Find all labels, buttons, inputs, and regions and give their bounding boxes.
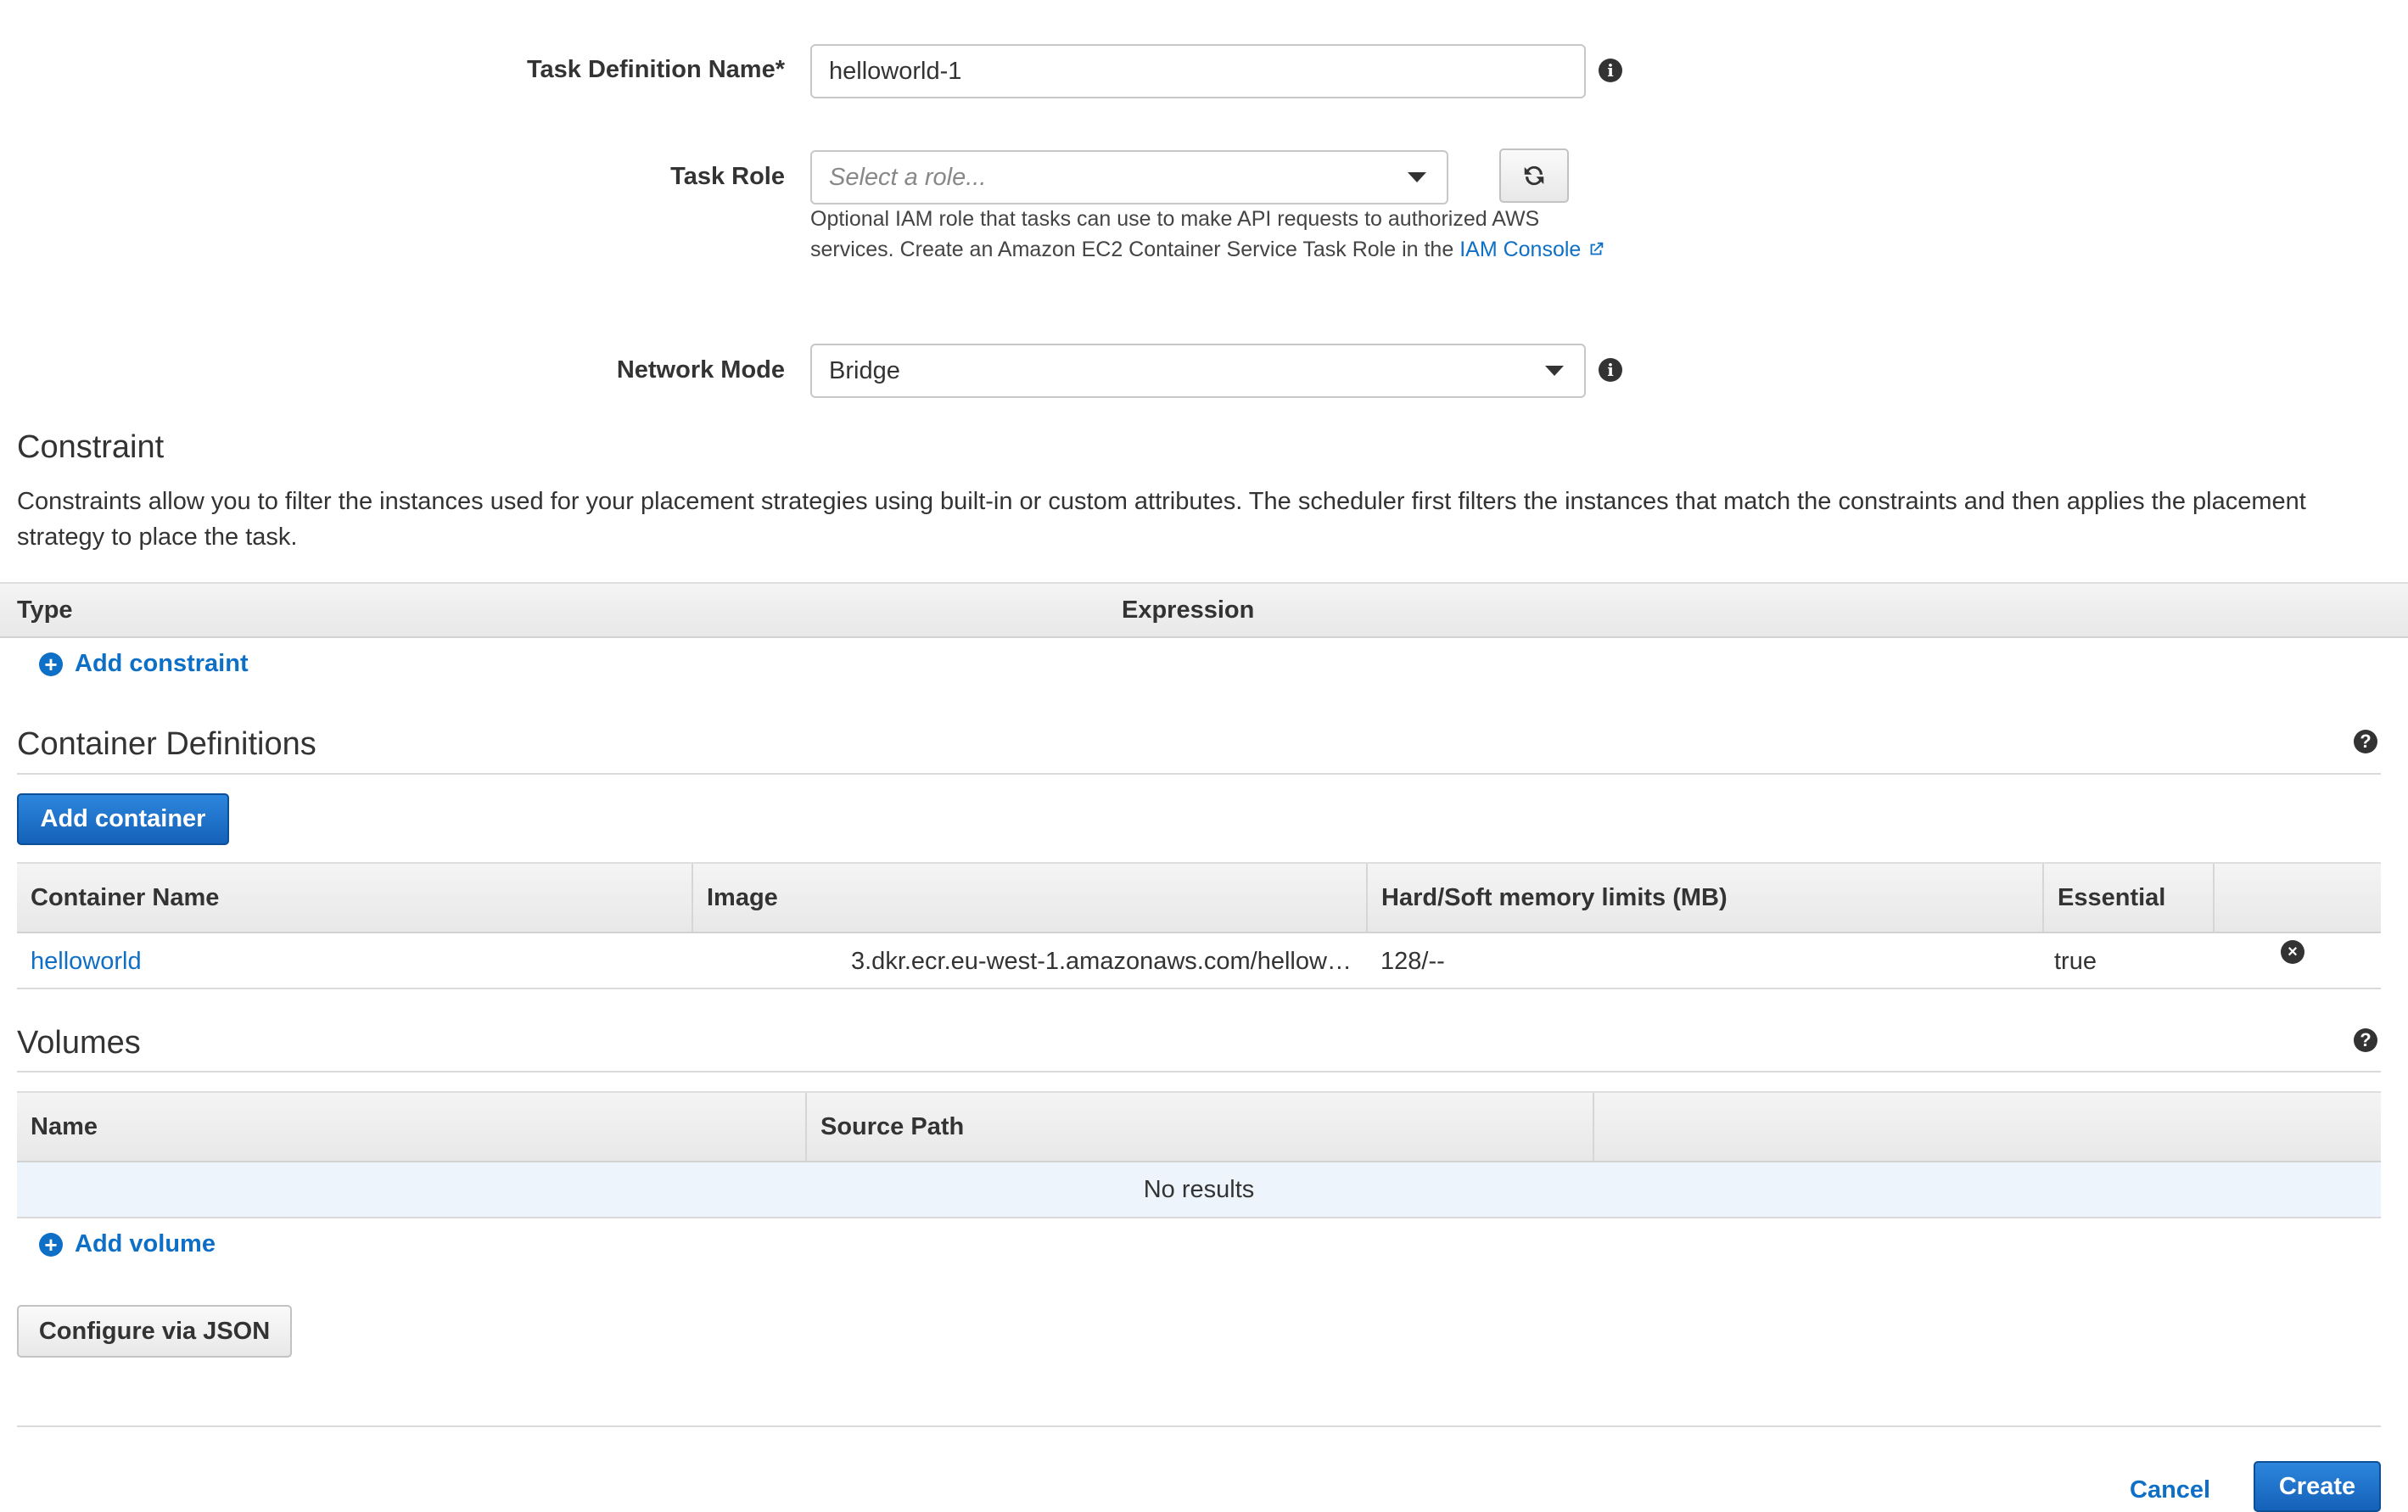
container-essential: true xyxy=(2054,947,2097,975)
create-button[interactable]: Create xyxy=(2254,1461,2381,1512)
refresh-button[interactable] xyxy=(1499,148,1569,203)
column-header-essential[interactable]: Essential xyxy=(2042,864,2213,932)
column-header-container-name[interactable]: Container Name xyxy=(17,864,692,932)
plus-circle-icon: + xyxy=(39,652,63,676)
configure-via-json-button[interactable]: Configure via JSON xyxy=(17,1305,292,1358)
column-header-name[interactable]: Name xyxy=(17,1093,805,1161)
remove-icon[interactable]: × xyxy=(2281,940,2304,964)
help-icon[interactable]: ? xyxy=(2354,730,2377,753)
info-icon[interactable]: i xyxy=(1599,59,1622,82)
task-definition-name-label: Task Definition Name* xyxy=(526,56,785,83)
task-role-select[interactable]: Select a role... xyxy=(810,150,1448,204)
constraint-description: Constraints allow you to filter the inst… xyxy=(17,488,2306,551)
divider xyxy=(17,773,2381,775)
cancel-button[interactable]: Cancel xyxy=(2130,1473,2210,1507)
iam-console-link[interactable]: IAM Console xyxy=(1459,238,1581,261)
container-definitions-title: Container Definitions xyxy=(17,726,316,762)
network-mode-label: Network Mode xyxy=(616,356,785,384)
column-header-memory[interactable]: Hard/Soft memory limits (MB) xyxy=(1366,864,2042,932)
volumes-title: Volumes xyxy=(17,1025,141,1061)
task-definition-name-input[interactable]: helloworld-1 xyxy=(810,44,1586,98)
refresh-icon xyxy=(1524,165,1544,186)
container-memory: 128/-- xyxy=(1380,947,1445,975)
column-header-type[interactable]: Type xyxy=(3,584,73,636)
help-icon[interactable]: ? xyxy=(2354,1028,2377,1052)
volumes-table-header: Name Source Path xyxy=(17,1091,2381,1162)
plus-circle-icon: + xyxy=(39,1232,63,1257)
column-header-actions xyxy=(2213,864,2381,932)
volumes-empty-row: No results xyxy=(17,1162,2381,1218)
task-role-help: Optional IAM role that tasks can use to … xyxy=(810,204,1659,265)
info-icon[interactable]: i xyxy=(1599,358,1622,382)
add-volume-link[interactable]: + Add volume xyxy=(39,1230,216,1258)
container-table-header: Container Name Image Hard/Soft memory li… xyxy=(17,862,2381,933)
column-header-image[interactable]: Image xyxy=(692,864,1366,932)
no-results-text: No results xyxy=(1143,1175,1255,1203)
external-link-icon xyxy=(1590,242,1604,255)
add-volume-label: Add volume xyxy=(75,1230,216,1257)
network-mode-select[interactable]: Bridge xyxy=(810,344,1586,398)
constraint-table-header: Type Expression xyxy=(0,582,2408,638)
add-constraint-label: Add constraint xyxy=(75,650,249,677)
add-container-button[interactable]: Add container xyxy=(17,793,229,845)
task-role-help-line1: Optional IAM role that tasks can use to … xyxy=(810,207,1540,231)
column-header-blank xyxy=(1593,1093,2381,1161)
add-constraint-link[interactable]: + Add constraint xyxy=(39,650,249,678)
container-name-link[interactable]: helloworld xyxy=(31,933,142,989)
task-role-help-line2: services. Create an Amazon EC2 Container… xyxy=(810,234,1659,265)
task-definition-name-value: helloworld-1 xyxy=(829,57,962,85)
divider xyxy=(17,1071,2381,1072)
chevron-down-icon xyxy=(1545,366,1564,376)
task-role-placeholder: Select a role... xyxy=(829,163,987,191)
chevron-down-icon xyxy=(1408,172,1426,182)
task-role-label: Task Role xyxy=(670,163,785,190)
column-header-source-path[interactable]: Source Path xyxy=(805,1093,1593,1161)
container-image: 3.dkr.ecr.eu-west-1.amazonaws.com/hellow… xyxy=(851,947,1352,975)
task-role-help-prefix: services. Create an Amazon EC2 Container… xyxy=(810,238,1454,261)
footer-divider xyxy=(17,1425,2381,1427)
column-header-expression[interactable]: Expression xyxy=(1108,584,1254,636)
network-mode-value: Bridge xyxy=(829,356,900,384)
constraint-title: Constraint xyxy=(17,429,165,465)
table-row: helloworld 3.dkr.ecr.eu-west-1.amazonaws… xyxy=(17,933,2381,989)
